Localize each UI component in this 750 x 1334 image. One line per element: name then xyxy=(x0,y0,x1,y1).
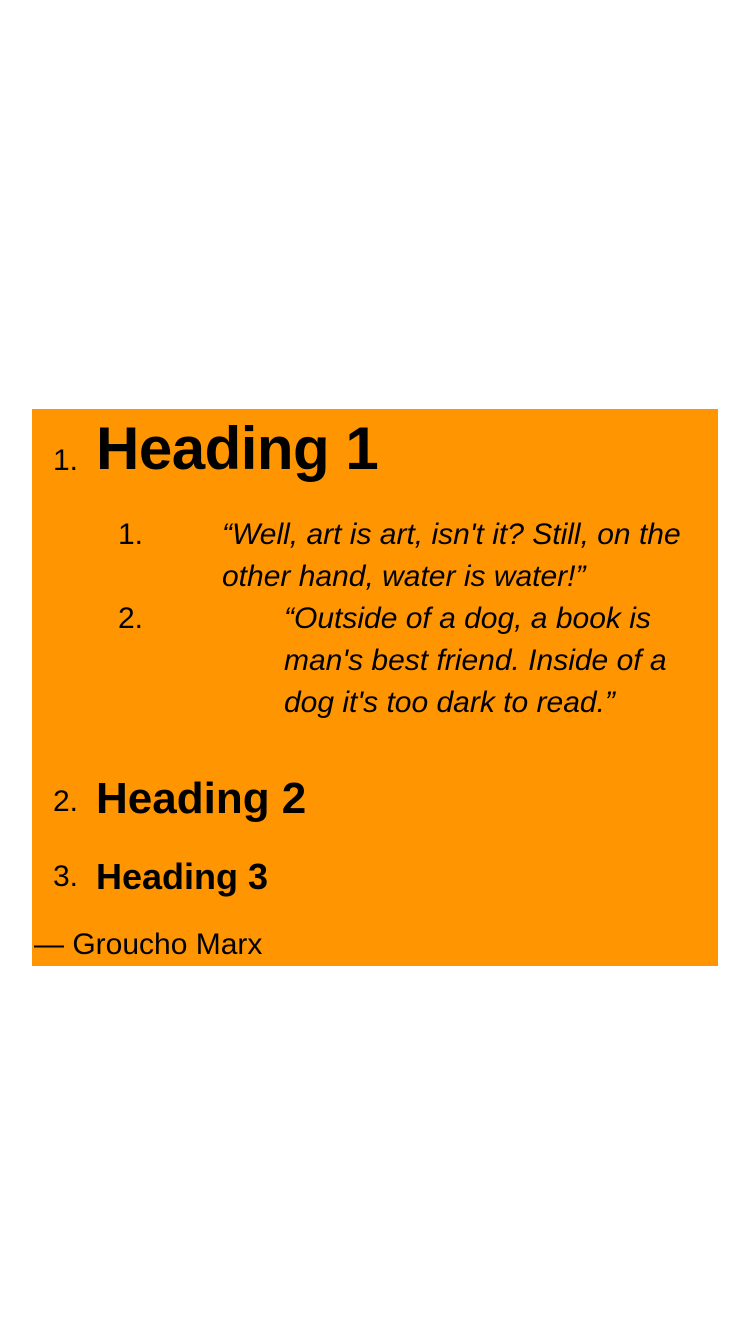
list-marker: 2. xyxy=(53,785,79,818)
list-marker: 1. xyxy=(53,444,79,477)
content-panel: 1. Heading 1 1. “Well, art is art, isn't… xyxy=(32,409,718,966)
heading-3: Heading 3 xyxy=(96,856,269,897)
nested-marker: 2. xyxy=(118,602,144,635)
heading-2: Heading 2 xyxy=(96,774,307,823)
list-marker: 3. xyxy=(53,860,79,893)
nested-marker: 1. xyxy=(118,518,144,551)
quote-attribution: — Groucho Marx xyxy=(34,928,263,961)
quote-text: “Outside of a dog, a book is man's best … xyxy=(284,602,667,719)
heading-1: Heading 1 xyxy=(96,415,379,482)
quote-text: “Well, art is art, isn't it? Still, on t… xyxy=(222,518,681,593)
